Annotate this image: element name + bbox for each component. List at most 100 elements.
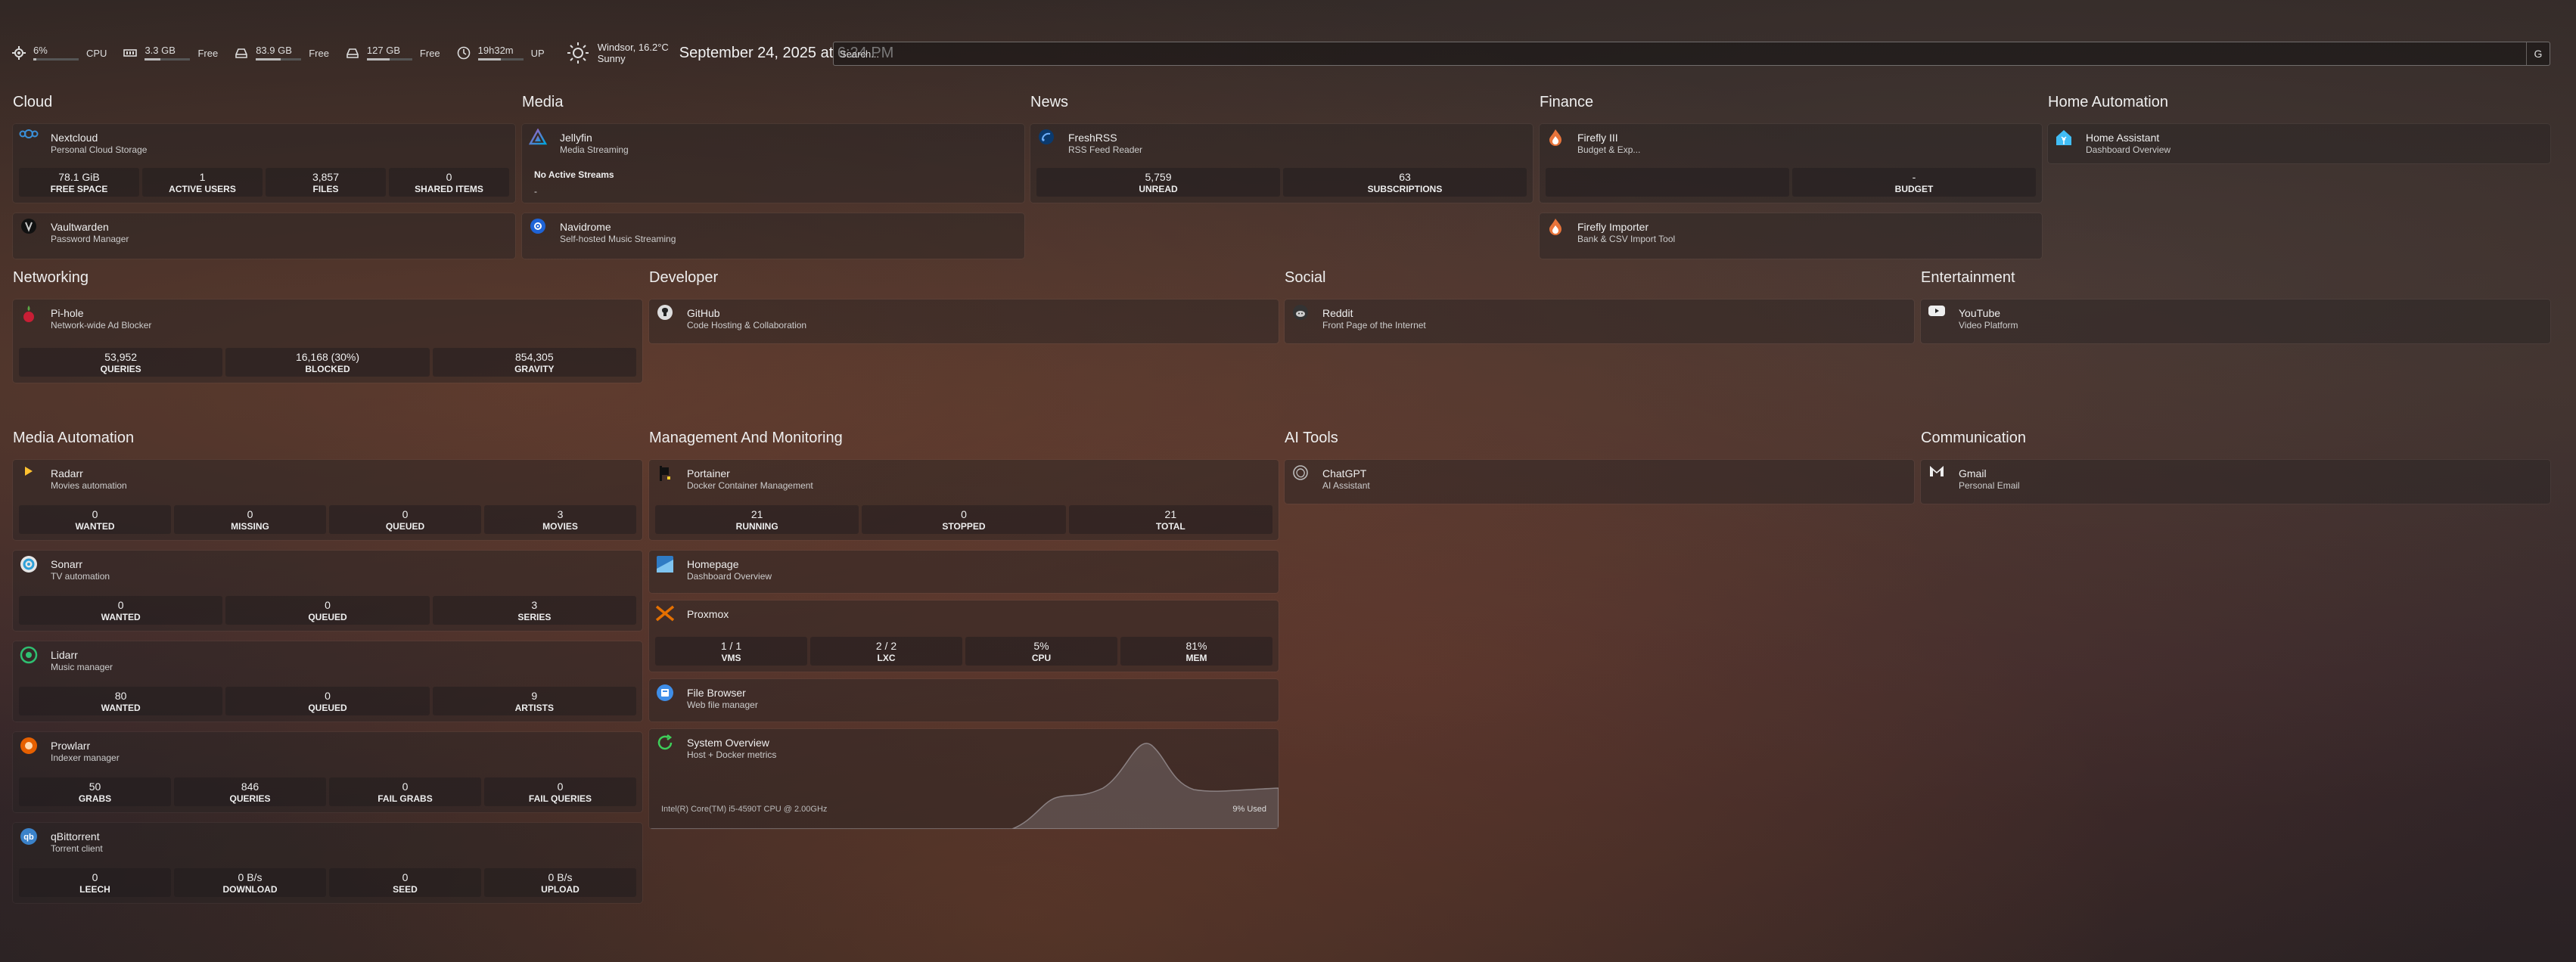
cpu-value: 6% [33,45,48,56]
service-card-gmail[interactable]: Gmail Personal Email [1921,460,2550,504]
search-input[interactable]: Search... [840,48,2526,60]
stat-block: 5% CPU [965,637,1117,666]
service-desc: Torrent client [51,843,103,854]
service-name: qBittorrent [51,830,100,843]
nextcloud-icon [19,129,39,148]
stat-value: 3 [531,598,538,611]
stat-value: 0 B/s [238,870,263,883]
service-name: Homepage [687,558,739,570]
search-provider-icon[interactable]: G [2526,42,2550,65]
service-card-sonarr[interactable]: Sonarr TV automation 0 WANTED 0 QUEUED 3 SER… [13,551,642,631]
stat-block: 0 QUEUED [225,687,430,715]
disk2-value: 127 GB [366,45,401,56]
firefly-icon [1546,129,1565,148]
service-card-nextcloud[interactable]: Nextcloud Personal Cloud Storage 78.1 GiB… [13,124,515,203]
service-name: Firefly III [1577,132,1618,144]
stat-block: 846 QUERIES [174,777,326,806]
stat-value: 5% [1033,639,1049,652]
service-card-radarr[interactable]: Radarr Movies automation 0 WANTED 0 MISSING… [13,460,642,540]
stat-block: 78.1 GiB FREE SPACE [19,168,139,197]
stat-block: 63 SUBSCRIPTIONS [1283,168,1527,197]
stat-label: DOWNLOAD [222,883,278,895]
service-desc: Dashboard Overview [2086,144,2171,155]
stat-label: RUNNING [735,520,778,532]
chatgpt-icon [1291,464,1310,484]
group-title-entertainment: Entertainment [1921,269,2015,286]
service-card-chatgpt[interactable]: ChatGPT AI Assistant [1285,460,1914,504]
stat-value: 53,952 [104,350,138,363]
service-card-prowlarr[interactable]: Prowlarr Indexer manager 50 GRABS 846 QUERI… [13,732,642,812]
group-title-communication: Communication [1921,430,2026,446]
stat-label: GRAVITY [514,363,555,374]
gmail-icon [1927,464,1947,484]
portainer-icon [655,464,675,484]
stat-value: 21 [750,507,763,520]
service-card-jellyfin[interactable]: Jellyfin Media Streaming No Active Stream… [522,124,1024,203]
stat-value: 0 [117,598,124,611]
service-stats: 5,759 UNREAD 63 SUBSCRIPTIONS [1036,168,1527,197]
service-card-filebrowser[interactable]: File Browser Web file manager [649,679,1279,722]
service-card-proxmox[interactable]: Proxmox 1 / 1 VMS 2 / 2 LXC 5% CPU 81% MEM [649,600,1279,672]
service-desc: Indexer manager [51,753,120,763]
stat-label: MISSING [231,520,269,532]
group-title-finance: Finance [1540,94,1594,110]
stat-block: 16,168 (30%) BLOCKED [225,348,430,377]
service-name: Pi-hole [51,307,84,319]
disk1-bar [256,58,302,61]
service-card-system-overview[interactable]: System Overview Host + Docker metrics Int… [649,729,1279,829]
service-stats: 50 GRABS 846 QUERIES 0 FAIL GRABS 0 FAIL QUE… [19,777,636,806]
service-card-github[interactable]: GitHub Code Hosting & Collaboration [649,299,1279,343]
stat-value: 16,168 (30%) [295,350,360,363]
stat-label: UNREAD [1139,183,1178,194]
stat-block: 0 MISSING [174,505,326,534]
service-card-home-assistant[interactable]: Home Assistant Dashboard Overview [2048,124,2550,163]
service-card-lidarr[interactable]: Lidarr Music manager 80 WANTED 0 QUEUED 9 AR… [13,641,642,722]
stat-value: 0 [446,170,452,183]
service-card-navidrome[interactable]: Navidrome Self-hosted Music Streaming [522,213,1024,259]
stat-label: BLOCKED [305,363,350,374]
stat-label: FAIL GRABS [378,793,433,804]
stat-block: 81% MEM [1120,637,1272,666]
service-card-pihole[interactable]: Pi-hole Network-wide Ad Blocker 53,952 QUE… [13,299,642,383]
group-title-media-automation: Media Automation [13,430,135,446]
search-box[interactable]: Search... G [833,42,2550,66]
sonarr-icon [19,555,39,575]
stat-value: 3 [557,507,564,520]
stat-label: WANTED [101,611,141,622]
service-desc: Front Page of the Internet [1322,320,1426,330]
clock-icon [457,46,471,60]
service-stats: 0 LEECH 0 B/s DOWNLOAD 0 SEED 0 B/s UPLOAD [19,868,636,897]
sun-icon [567,42,589,64]
firefly-icon [1546,218,1565,237]
disk1-value: 83.9 GB [256,45,292,56]
cpu-bar [33,58,79,61]
stat-block: 3 MOVIES [484,505,636,534]
stat-label: FILES [312,183,339,194]
stat-value: 0 [557,780,564,793]
home-assistant-icon [2054,129,2074,148]
service-card-qbittorrent[interactable]: qb qBittorrent Torrent client 0 LEECH 0 B/… [13,823,642,903]
disk1-label: Free [309,47,329,59]
stat-label: STOPPED [942,520,986,532]
service-desc: Music manager [51,662,113,672]
service-stats: - BUDGET [1546,168,2036,197]
service-card-freshrss[interactable]: FreshRSS RSS Feed Reader 5,759 UNREAD 63 SU… [1030,124,1533,203]
prowlarr-icon [19,737,39,756]
group-title-cloud: Cloud [13,94,53,110]
stat-value: 21 [1164,507,1177,520]
stat-block: 1 ACTIVE USERS [142,168,263,197]
uptime-value: 19h32m [477,45,514,56]
service-name: Reddit [1322,307,1353,319]
service-card-firefly-importer[interactable]: Firefly Importer Bank & CSV Import Tool [1540,213,2042,259]
service-card-homepage[interactable]: Homepage Dashboard Overview [649,551,1279,593]
service-card-vaultwarden[interactable]: Vaultwarden Password Manager [13,213,515,259]
cpu-usage-graph [649,743,1279,829]
service-desc: Personal Cloud Storage [51,144,148,155]
stat-block: 3,857 FILES [266,168,386,197]
service-card-reddit[interactable]: Reddit Front Page of the Internet [1285,299,1914,343]
stat-block: 0 LEECH [19,868,171,897]
service-card-portainer[interactable]: Portainer Docker Container Management 21 R… [649,460,1279,540]
github-icon [655,304,675,324]
service-card-firefly[interactable]: Firefly III Budget & Exp... - BUDGET [1540,124,2042,203]
service-card-youtube[interactable]: YouTube Video Platform [1921,299,2550,343]
